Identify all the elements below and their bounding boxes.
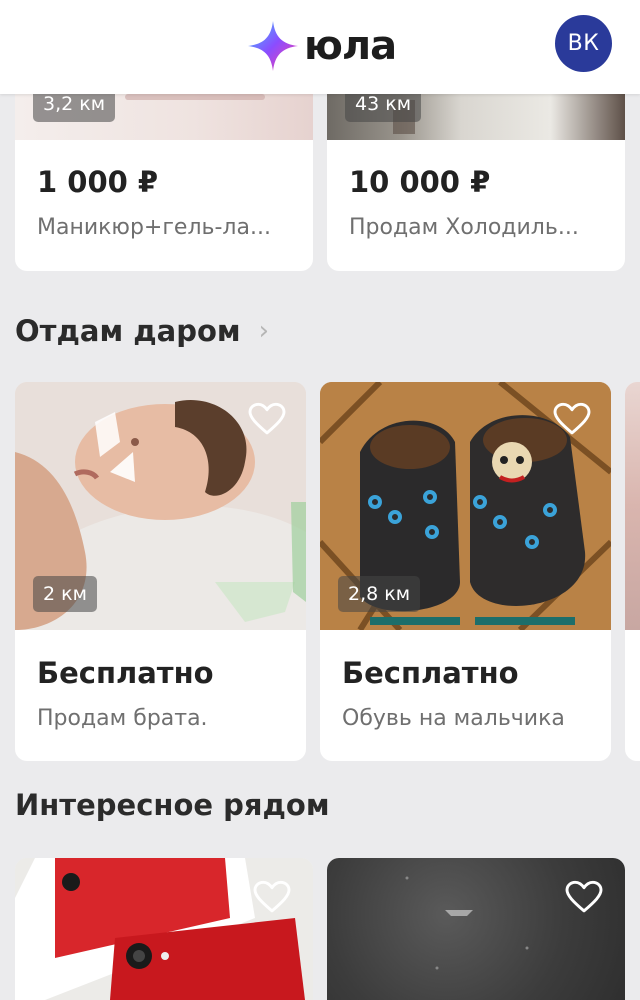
section-title: Интересное рядом bbox=[15, 788, 330, 822]
favorite-heart-icon[interactable] bbox=[553, 402, 591, 436]
listing-card[interactable]: 43 км 10 000 ₽ Продам Холодиль... bbox=[327, 80, 625, 271]
listing-title: Продам Холодиль... bbox=[349, 215, 579, 240]
listing-price: Бесплатно bbox=[37, 656, 214, 690]
app-logo[interactable]: юла bbox=[246, 18, 397, 74]
listing-title: Обувь на мальчика bbox=[342, 706, 565, 731]
listing-title: Продам брата. bbox=[37, 706, 208, 731]
section-header-nearby[interactable]: Интересное рядом bbox=[15, 788, 330, 822]
distance-badge: 2,8 км bbox=[338, 576, 421, 612]
listing-price: Бесплатно bbox=[342, 656, 519, 690]
listing-card[interactable] bbox=[15, 858, 313, 1000]
listing-price: 10 000 ₽ bbox=[349, 165, 491, 199]
section-header-free[interactable]: Отдам даром › bbox=[15, 314, 269, 348]
favorite-heart-icon[interactable] bbox=[248, 402, 286, 436]
listing-card[interactable]: 2,8 км Бесплатно Обувь на мальчика bbox=[320, 382, 611, 761]
listing-card-peek[interactable] bbox=[625, 382, 640, 761]
listing-card[interactable]: 2 км Бесплатно Продам брата. bbox=[15, 382, 306, 761]
listing-price: 1 000 ₽ bbox=[37, 165, 159, 199]
distance-badge: 2 км bbox=[33, 576, 97, 612]
favorite-heart-icon[interactable] bbox=[253, 880, 291, 914]
listing-card[interactable]: 3,2 км 1 000 ₽ Маникюр+гель-ла... bbox=[15, 80, 313, 271]
listing-photo bbox=[625, 382, 640, 630]
favorite-heart-icon[interactable] bbox=[565, 880, 603, 914]
listing-title: Маникюр+гель-ла... bbox=[37, 215, 271, 240]
vk-avatar-button[interactable]: ВК bbox=[555, 15, 612, 72]
listing-card[interactable] bbox=[327, 858, 625, 1000]
logo-text: юла bbox=[304, 23, 397, 69]
chevron-right-icon: › bbox=[258, 316, 270, 346]
app-header: юла ВК bbox=[0, 0, 640, 94]
section-title: Отдам даром bbox=[15, 314, 241, 348]
sparkle-logo-icon bbox=[248, 21, 298, 71]
